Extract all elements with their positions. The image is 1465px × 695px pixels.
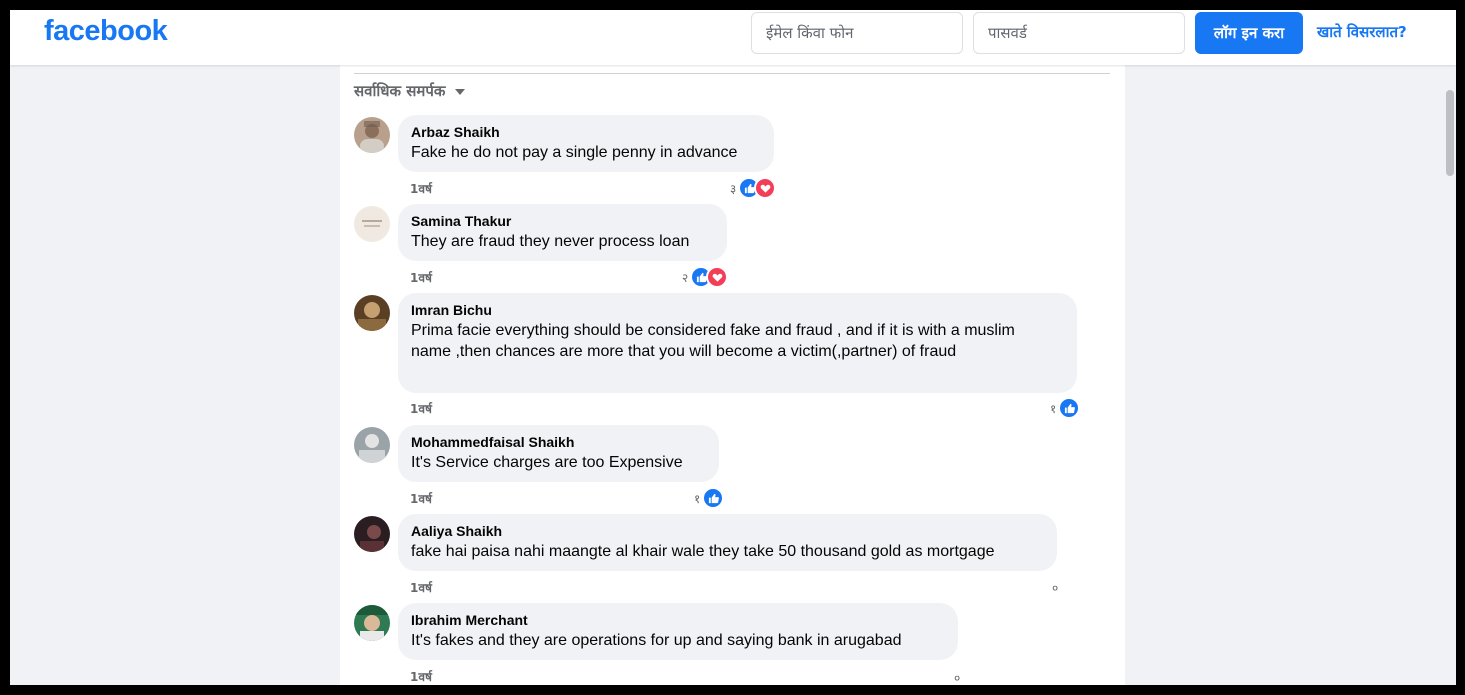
reaction-count: ३ (730, 181, 737, 196)
sort-label: सर्वाधिक समर्पक (354, 82, 446, 100)
reaction-summary[interactable]: १ (694, 487, 725, 509)
comment-bubble: Arbaz Shaikh Fake he do not pay a single… (398, 115, 774, 172)
comment-author[interactable]: Samina Thakur (411, 212, 714, 230)
avatar[interactable] (354, 516, 390, 552)
comment-timestamp[interactable]: 1वर्ष (410, 490, 432, 507)
comment-bubble: Aaliya Shaikh fake hai paisa nahi maangt… (398, 514, 1057, 571)
avatar[interactable] (354, 295, 390, 331)
avatar[interactable] (354, 206, 390, 242)
comment-timestamp[interactable]: 1वर्ष (410, 668, 432, 685)
page-scrollbar[interactable] (1446, 90, 1454, 176)
comment-text: It's fakes and they are operations for u… (411, 632, 902, 649)
divider (354, 73, 1110, 74)
heart-icon (706, 266, 729, 288)
reaction-count: १ (694, 491, 701, 506)
comment-timestamp[interactable]: 1वर्ष (410, 579, 432, 596)
avatar[interactable] (354, 427, 390, 463)
reaction-count: ० (954, 671, 961, 685)
reaction-count: २ (682, 270, 689, 285)
reaction-summary[interactable]: ३ (730, 177, 777, 199)
comment-bubble: Samina Thakur They are fraud they never … (398, 204, 727, 261)
comment-author[interactable]: Aaliya Shaikh (411, 522, 1044, 540)
comment-text: It's Service charges are too Expensive (411, 454, 683, 471)
reaction-count: ० (1052, 581, 1059, 595)
heart-icon (754, 177, 777, 199)
comment-author[interactable]: Mohammedfaisal Shaikh (411, 433, 706, 451)
comments-panel: सर्वाधिक समर्पक Arbaz Shaikh Fake he do … (340, 65, 1125, 685)
top-navigation-bar: facebook ईमेल किंवा फोन पासवर्ड लॉग इन क… (10, 10, 1456, 65)
forgot-account-link[interactable]: खाते विसरलात? (1317, 22, 1407, 42)
comment-sort-dropdown[interactable]: सर्वाधिक समर्पक (354, 81, 466, 101)
comment-author[interactable]: Ibrahim Merchant (411, 611, 945, 629)
avatar[interactable] (354, 605, 390, 641)
password-input[interactable]: पासवर्ड (973, 12, 1185, 54)
facebook-logo[interactable]: facebook (44, 15, 168, 48)
comment-author[interactable]: Arbaz Shaikh (411, 123, 761, 141)
thumbs-up-icon (702, 487, 725, 509)
reaction-count: १ (1050, 401, 1057, 416)
comment-text: Prima facie everything should be conside… (411, 322, 1015, 360)
comment-timestamp[interactable]: 1वर्ष (410, 400, 432, 417)
comment-text: fake hai paisa nahi maangte al khair wal… (411, 543, 995, 560)
browser-viewport: facebook ईमेल किंवा फोन पासवर्ड लॉग इन क… (10, 10, 1456, 685)
comment-bubble: Ibrahim Merchant It's fakes and they are… (398, 603, 958, 660)
comment-timestamp[interactable]: 1वर्ष (410, 180, 432, 197)
comment-author[interactable]: Imran Bichu (411, 301, 1064, 319)
email-or-phone-input[interactable]: ईमेल किंवा फोन (751, 12, 963, 54)
comment-text: Fake he do not pay a single penny in adv… (411, 144, 738, 161)
comment-timestamp[interactable]: 1वर्ष (410, 269, 432, 286)
caret-down-icon (455, 88, 466, 95)
reaction-summary[interactable]: १ (1050, 397, 1081, 419)
reaction-summary[interactable]: २ (682, 266, 729, 288)
login-button[interactable]: लॉग इन करा (1195, 12, 1303, 54)
comment-bubble: Mohammedfaisal Shaikh It's Service charg… (398, 425, 719, 482)
comment-text: They are fraud they never process loan (411, 233, 690, 250)
comment-bubble: Imran Bichu Prima facie everything shoul… (398, 293, 1077, 393)
thumbs-up-icon (1058, 397, 1081, 419)
avatar[interactable] (354, 117, 390, 153)
